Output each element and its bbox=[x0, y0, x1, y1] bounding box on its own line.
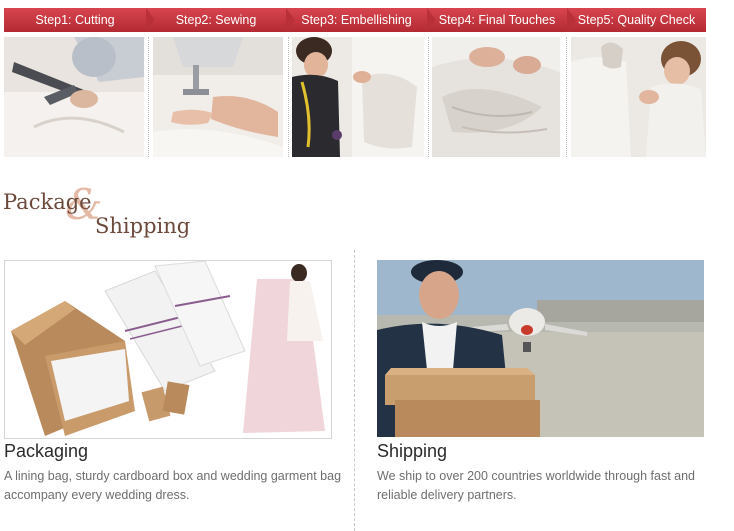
quality-check-photo bbox=[571, 37, 706, 157]
step-cutting: Step1: Cutting bbox=[4, 8, 155, 32]
column-divider bbox=[354, 250, 355, 531]
heading-package: Package bbox=[3, 190, 92, 214]
package-shipping-heading: & Package Shipping bbox=[3, 180, 203, 244]
step-sewing: Step2: Sewing bbox=[146, 8, 295, 32]
photo-separator bbox=[566, 37, 567, 157]
cutting-photo bbox=[4, 37, 144, 157]
packaging-description: A lining bag, sturdy cardboard box and w… bbox=[4, 469, 342, 502]
photo-separator bbox=[288, 37, 289, 157]
shipping-title: Shipping bbox=[377, 441, 448, 461]
step-label: Step3: Embellishing bbox=[301, 13, 412, 27]
step-final-touches: Step4: Final Touches bbox=[427, 8, 576, 32]
shipping-image bbox=[377, 260, 704, 437]
step-label: Step4: Final Touches bbox=[438, 13, 556, 27]
step-label: Step5: Quality Check bbox=[577, 13, 696, 27]
photo-separator bbox=[148, 37, 149, 157]
photo-separator bbox=[428, 37, 429, 157]
packaging-image bbox=[4, 260, 332, 439]
heading-shipping: Shipping bbox=[95, 214, 191, 238]
step-embellishing: Step3: Embellishing bbox=[286, 8, 436, 32]
step-quality-check: Step5: Quality Check bbox=[567, 8, 706, 32]
process-steps-bar: Step1: Cutting Step2: Sewing Step3: Embe… bbox=[4, 8, 706, 32]
sewing-photo bbox=[153, 37, 283, 157]
final-touches-photo bbox=[432, 37, 560, 157]
embellishing-photo bbox=[292, 37, 424, 157]
packaging-title: Packaging bbox=[4, 441, 89, 461]
step-label: Step1: Cutting bbox=[35, 13, 115, 27]
step-label: Step2: Sewing bbox=[175, 13, 257, 27]
shipping-description: We ship to over 200 countries worldwide … bbox=[377, 469, 696, 502]
